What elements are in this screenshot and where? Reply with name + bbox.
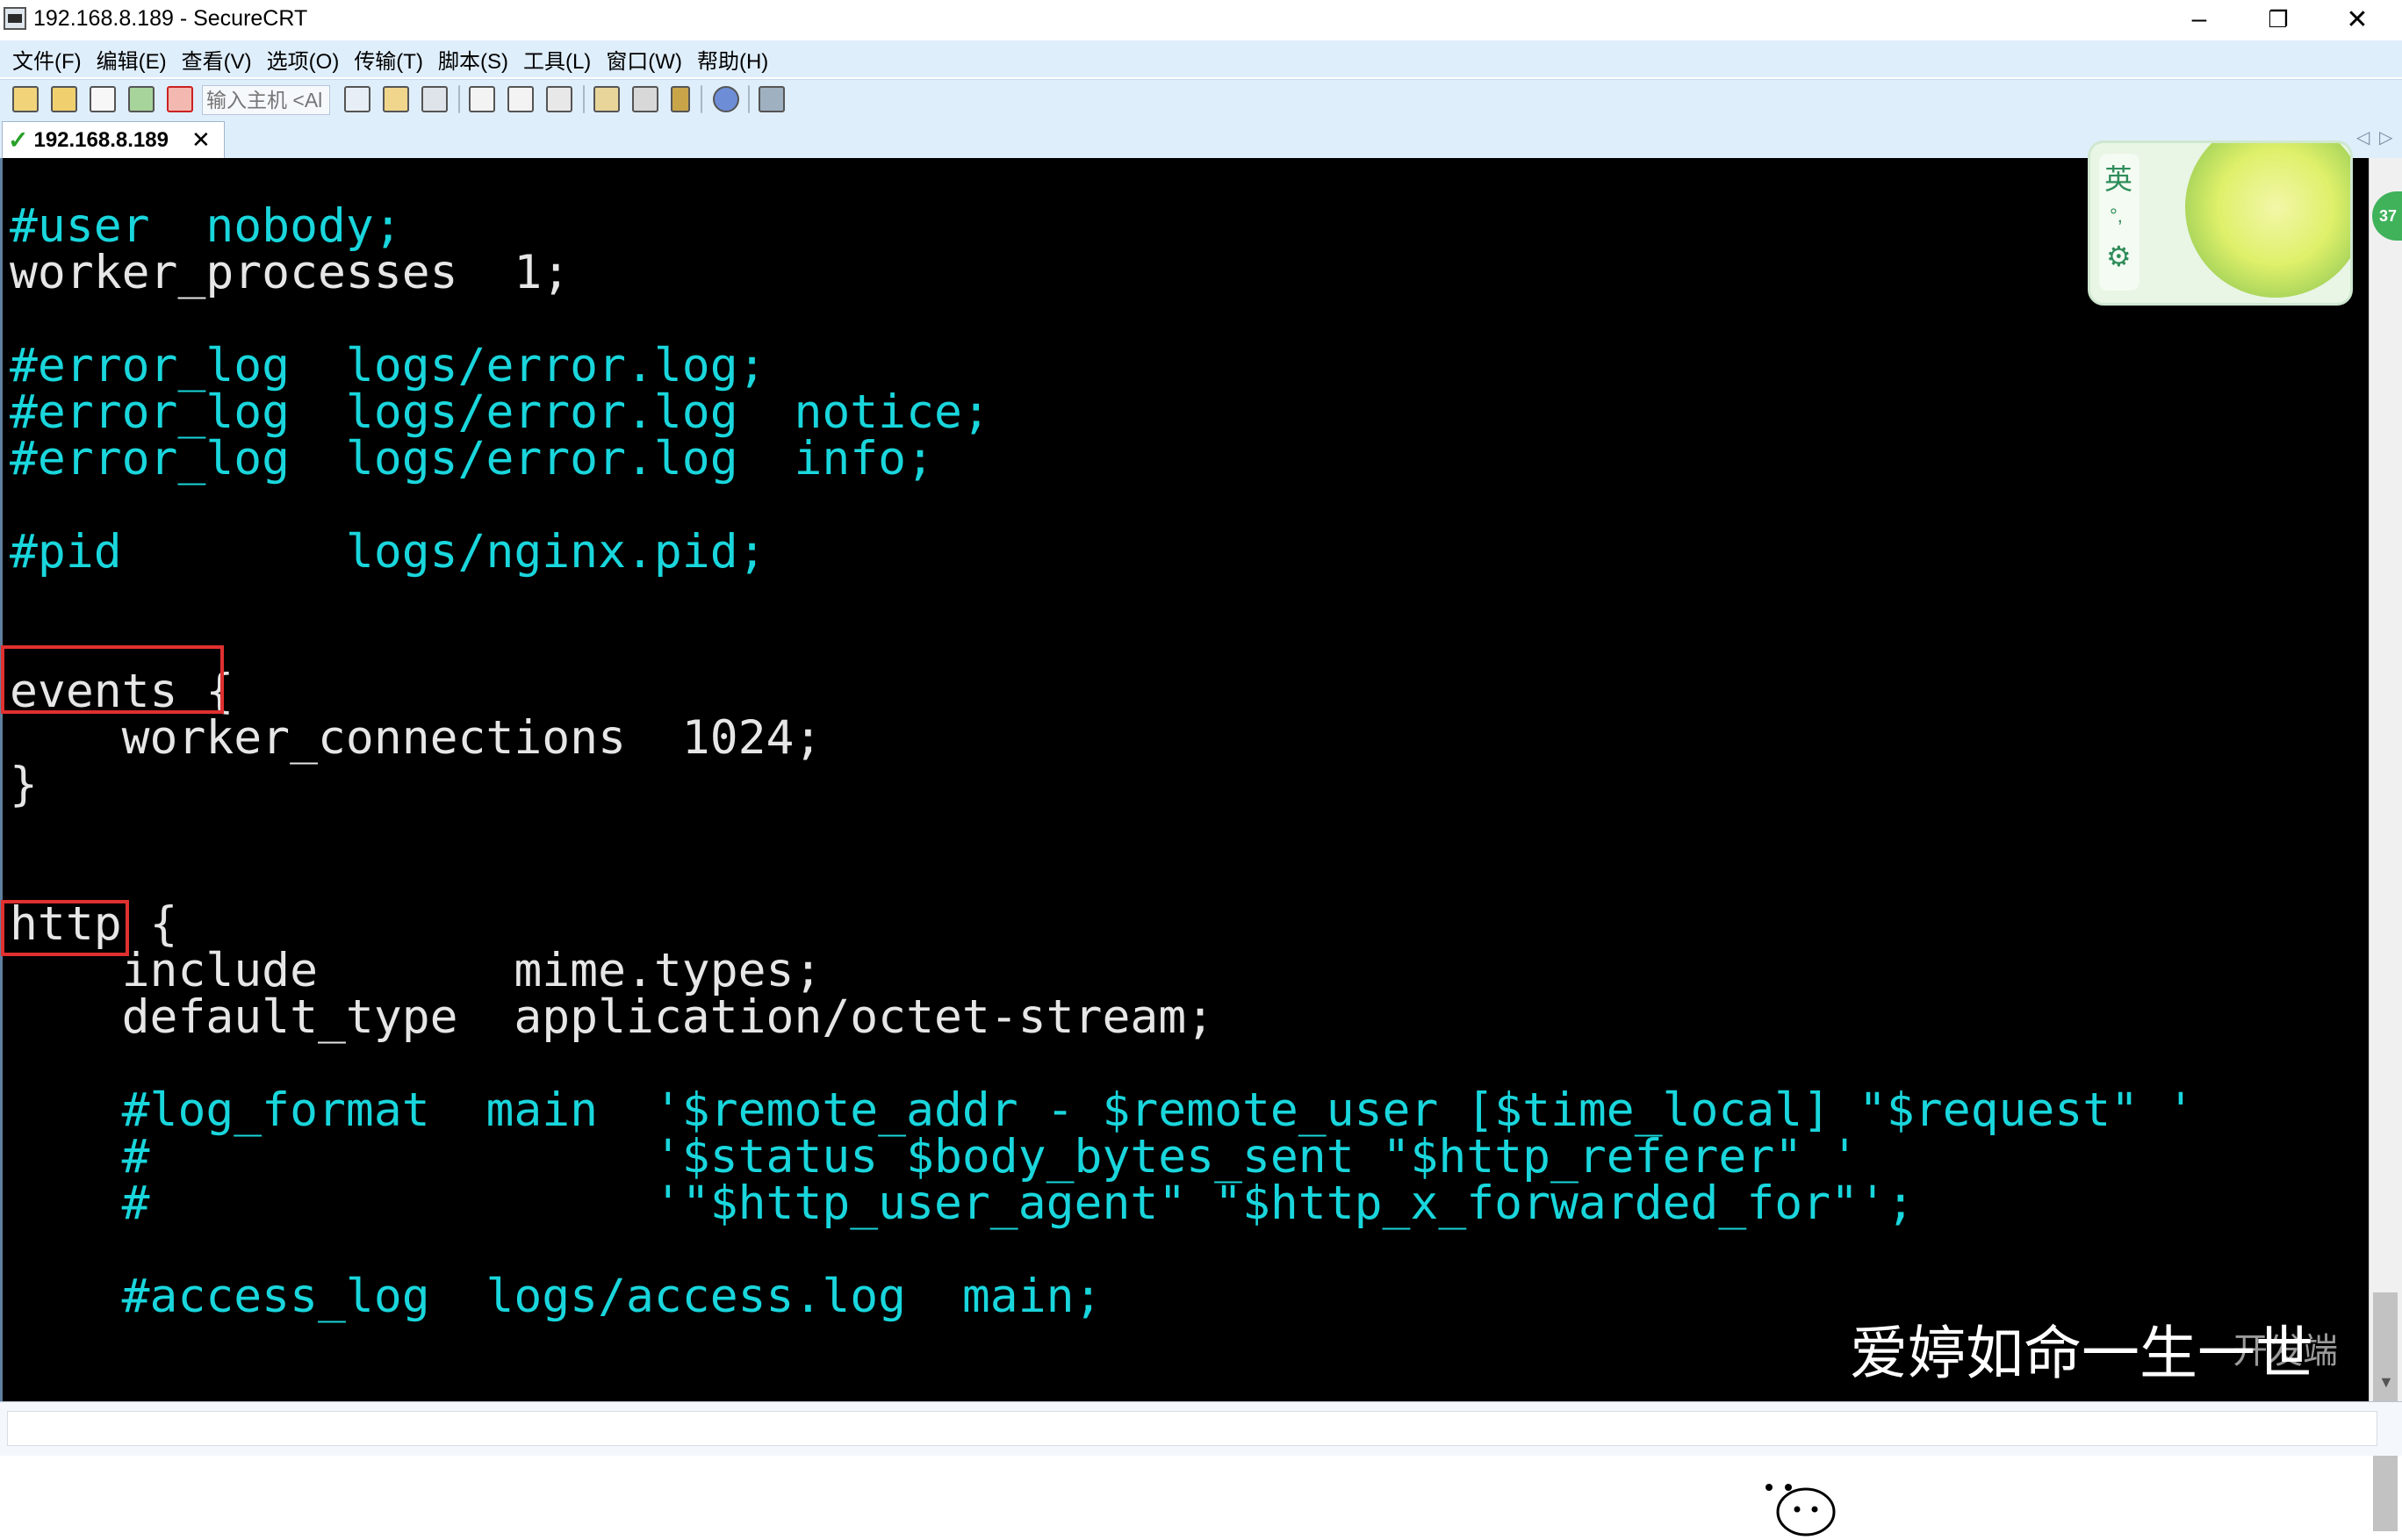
command-bar (0, 1401, 2402, 1456)
session-tab-bar: ✓ 192.168.8.189 ✕ ◁ ▷ (0, 119, 2402, 158)
ime-mode-toggle[interactable]: 英 (2104, 157, 2132, 198)
menu-file[interactable]: 文件(F) (12, 44, 82, 75)
session-tab-label: 192.168.8.189 (33, 127, 169, 152)
ime-punctuation-toggle[interactable]: °, (2110, 205, 2123, 227)
vertical-scrollbar[interactable]: ▼ (2369, 158, 2402, 1531)
connect-icon[interactable] (12, 86, 39, 112)
reconnect-icon[interactable] (128, 86, 155, 112)
session-tab[interactable]: ✓ 192.168.8.189 ✕ (2, 121, 225, 158)
terminal-line: # '"$http_user_agent" "$http_x_forwarded… (10, 1177, 1915, 1230)
restore-button[interactable]: ❐ (2239, 0, 2318, 39)
toolbar-separator (583, 85, 585, 113)
tab-scroll-left-icon[interactable]: ◁ (2356, 126, 2370, 148)
minimize-button[interactable]: – (2160, 0, 2239, 39)
menu-help[interactable]: 帮助(H) (697, 44, 768, 75)
menu-script[interactable]: 脚本(S) (438, 44, 508, 75)
menu-tools[interactable]: 工具(L) (523, 44, 591, 75)
menu-window[interactable]: 窗口(W) (606, 44, 682, 75)
keymap-icon[interactable] (671, 86, 690, 112)
terminal-line: worker_connections 1024; (10, 711, 823, 765)
terminal-line: #error_log logs/error.log info; (10, 432, 934, 486)
toolbar-separator (701, 85, 702, 113)
terminal-line: #log_format main '$remote_addr - $remote… (10, 1083, 2195, 1137)
connected-check-icon: ✓ (8, 126, 29, 154)
toolbar-separator (458, 85, 460, 113)
toolbar (0, 79, 2402, 119)
print-icon[interactable] (469, 86, 495, 112)
terminal-line: default_type application/octet-stream; (10, 990, 1215, 1044)
sftp-icon[interactable] (759, 86, 785, 112)
global-options-icon[interactable] (632, 86, 658, 112)
watermark-text: 爱婷如命一生一世 (1850, 1320, 2313, 1387)
connect-tab-icon[interactable] (90, 86, 116, 112)
tab-scroll-right-icon[interactable]: ▷ (2379, 126, 2392, 148)
host-input[interactable] (202, 85, 330, 115)
wechat-icon (1746, 1466, 1836, 1536)
lemon-skin-image (2185, 143, 2350, 298)
toolbar-separator (748, 85, 750, 113)
find-icon[interactable] (421, 86, 448, 112)
ime-settings-icon[interactable]: ⚙ (2106, 240, 2132, 273)
tab-close-icon[interactable]: ✕ (191, 126, 211, 154)
terminal-line: include mime.types; (10, 944, 823, 997)
terminal-screen[interactable]: #user nobody; worker_processes 1; #error… (0, 158, 2369, 1536)
terminal-line: # '$status $body_bytes_sent "$http_refer… (10, 1130, 1859, 1184)
terminal-line: #error_log logs/error.log notice; (10, 385, 990, 439)
menu-view[interactable]: 查看(V) (182, 44, 252, 75)
window-title: 192.168.8.189 - SecureCRT (33, 6, 308, 31)
terminal-line: #error_log logs/error.log; (10, 339, 766, 392)
menu-transfer[interactable]: 传输(T) (354, 44, 423, 75)
session-options-icon[interactable] (593, 86, 620, 112)
title-bar: 192.168.8.189 - SecureCRT – ❐ ✕ (0, 0, 2402, 39)
terminal-line: } (10, 758, 38, 811)
menu-bar: 文件(F) 编辑(E) 查看(V) 选项(O) 传输(T) 脚本(S) 工具(L… (0, 40, 2402, 77)
menu-edit[interactable]: 编辑(E) (97, 44, 167, 75)
quick-connect-icon[interactable] (51, 86, 77, 112)
menu-options[interactable]: 选项(O) (267, 44, 340, 75)
terminal-line: #user nobody; (10, 199, 402, 253)
print-setup-icon[interactable] (546, 86, 572, 112)
close-button[interactable]: ✕ (2318, 0, 2397, 39)
scroll-down-arrow-icon[interactable]: ▼ (2378, 1373, 2394, 1392)
http-highlight-box (1, 900, 129, 956)
paste-icon[interactable] (383, 86, 409, 112)
terminal-line: worker_processes 1; (10, 246, 571, 299)
terminal-line: #pid logs/nginx.pid; (10, 525, 766, 579)
events-highlight-box (1, 645, 224, 714)
disconnect-icon[interactable] (167, 86, 193, 112)
ime-toolbar[interactable]: 英 °, ⚙ (2088, 140, 2353, 306)
securecrt-app-icon (4, 7, 26, 30)
help-icon[interactable] (713, 86, 739, 112)
print-screen-icon[interactable] (507, 86, 534, 112)
copy-icon[interactable] (344, 86, 370, 112)
command-input[interactable] (7, 1411, 2377, 1446)
terminal-line: #access_log logs/access.log main; (10, 1270, 1103, 1323)
